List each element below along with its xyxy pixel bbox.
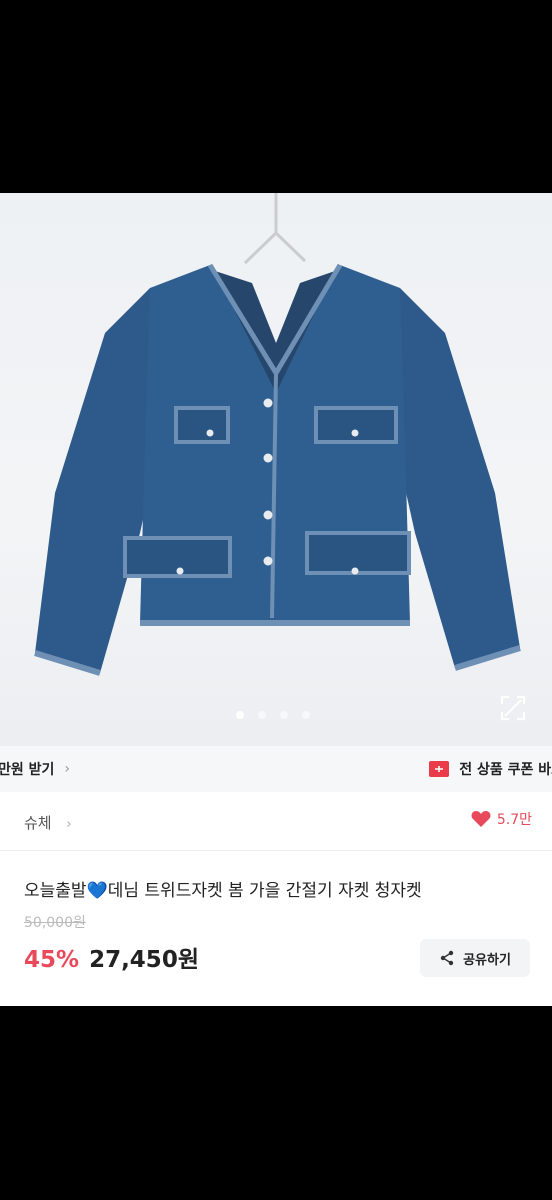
sale-price: 27,450원 xyxy=(89,947,199,973)
product-info: 슈체 › 5.7만 오늘출발💙데님 트위드자켓 봄 가을 간절기 자켓 청자켓 … xyxy=(0,792,552,1006)
seller-name: 슈체 xyxy=(24,814,52,832)
coupon-claim-label: 만원 받기 xyxy=(0,762,55,778)
product-photo xyxy=(34,193,521,676)
all-products-coupon-label: 전 상품 쿠폰 바로 xyxy=(459,762,552,778)
status-bar-area xyxy=(0,0,552,193)
original-price: 50,000원 xyxy=(24,915,86,931)
all-products-coupon-link[interactable]: 전 상품 쿠폰 바로 xyxy=(429,759,552,779)
chevron-right-icon: › xyxy=(64,761,71,777)
expand-icon[interactable] xyxy=(500,695,526,721)
share-label: 공유하기 xyxy=(463,952,511,968)
carousel-dot[interactable] xyxy=(280,711,288,719)
seller-row: 슈체 › 5.7만 xyxy=(0,792,552,851)
seller-link[interactable]: 슈체 › xyxy=(24,812,72,833)
carousel-dot[interactable] xyxy=(236,711,244,719)
price-row: 45% 27,450원 xyxy=(24,940,199,974)
coupon-bar: 만원 받기 › 전 상품 쿠폰 바로 xyxy=(0,746,552,793)
coupon-claim-link[interactable]: 만원 받기 › xyxy=(0,759,70,779)
product-title: 오늘출발💙데님 트위드자켓 봄 가을 간절기 자켓 청자켓 xyxy=(24,881,422,901)
like-button[interactable]: 5.7만 xyxy=(471,809,532,829)
navigation-bar-area xyxy=(0,1006,552,1200)
share-button[interactable]: 공유하기 xyxy=(420,939,530,977)
coupon-ticket-icon xyxy=(429,761,450,777)
chevron-right-icon: › xyxy=(66,817,72,832)
share-icon xyxy=(440,950,454,966)
carousel-dot[interactable] xyxy=(258,711,266,719)
carousel-dot[interactable] xyxy=(302,711,310,719)
carousel-indicator xyxy=(236,711,310,719)
product-image-carousel[interactable] xyxy=(0,193,552,746)
heart-icon xyxy=(471,811,491,827)
discount-rate: 45% xyxy=(24,947,80,973)
like-count: 5.7만 xyxy=(496,812,532,828)
